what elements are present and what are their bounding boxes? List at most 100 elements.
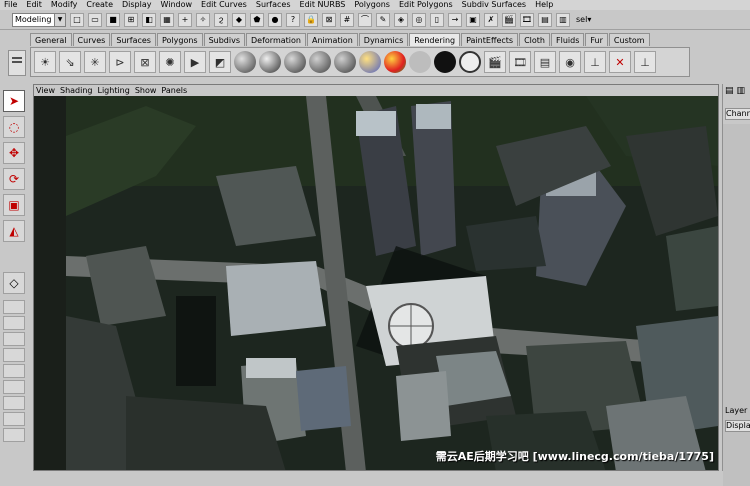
ramp-shader-icon[interactable]	[384, 51, 406, 73]
use-background-icon[interactable]	[434, 51, 456, 73]
select-object-icon[interactable]: ◧	[142, 12, 156, 27]
save-scene-icon[interactable]: ■	[106, 12, 120, 27]
tab-animation[interactable]: Animation	[306, 33, 358, 46]
make-live-icon[interactable]: ◎	[412, 12, 426, 27]
rotate-tool-icon[interactable]: ⟳	[3, 168, 25, 190]
pick-joint-icon[interactable]: ✧	[196, 12, 210, 27]
select-component-icon[interactable]: ▦	[160, 12, 174, 27]
shelf-menu-button[interactable]	[8, 50, 26, 76]
channel-box-toggle-icon[interactable]: ▤	[725, 86, 734, 96]
menu-create[interactable]: Create	[86, 0, 113, 10]
persp-hypershade-layout-icon[interactable]	[3, 380, 25, 394]
menu-modify[interactable]: Modify	[51, 0, 78, 10]
tab-cloth[interactable]: Cloth	[519, 33, 551, 46]
pick-deformation-icon[interactable]: ⬟	[250, 12, 264, 27]
shading-map-icon[interactable]	[459, 51, 481, 73]
new-scene-icon[interactable]: □	[70, 12, 84, 27]
construction-history-icon[interactable]: ✗	[484, 12, 498, 27]
output-ops-icon[interactable]: ▣	[466, 12, 480, 27]
ipr-icon[interactable]: 🎞	[509, 51, 531, 73]
layout-chevron-down-icon[interactable]	[3, 428, 25, 442]
pick-misc-icon[interactable]: ●	[268, 12, 282, 27]
history-icon[interactable]: ▯	[430, 12, 444, 27]
scale-tool-icon[interactable]: ▣	[3, 194, 25, 216]
ambient-light-icon[interactable]: ☀	[34, 51, 56, 73]
render-globals-icon[interactable]: ▤	[538, 12, 552, 27]
select-hierarchy-icon[interactable]: ⊞	[124, 12, 138, 27]
menu-subdiv-surfaces[interactable]: Subdiv Surfaces	[462, 0, 526, 10]
snap-point-icon[interactable]: ✎	[376, 12, 390, 27]
blinn-material-icon[interactable]	[259, 51, 281, 73]
viewport-menu-shading[interactable]: Shading	[60, 85, 93, 96]
ipr-render-icon[interactable]: 🎞	[520, 12, 534, 27]
snap-curve-icon[interactable]: ⌒	[358, 12, 372, 27]
move-tool-icon[interactable]: ✥	[3, 142, 25, 164]
four-view-layout-icon[interactable]	[3, 316, 25, 330]
open-scene-icon[interactable]: ▭	[88, 12, 102, 27]
menu-polygons[interactable]: Polygons	[354, 0, 390, 10]
tab-deformation[interactable]: Deformation	[246, 33, 306, 46]
hypershade-icon[interactable]: ▥	[556, 12, 570, 27]
snap-grid-icon[interactable]: #	[340, 12, 354, 27]
dope-sheet-layout-icon[interactable]	[3, 412, 25, 426]
graph-editor-layout-icon[interactable]	[3, 396, 25, 410]
menu-edit-curves[interactable]: Edit Curves	[201, 0, 247, 10]
layered-shader-icon[interactable]	[359, 51, 381, 73]
viewport-menu-panels[interactable]: Panels	[161, 85, 187, 96]
volume-light-icon[interactable]: ✺	[159, 51, 181, 73]
camera-icon[interactable]: ▶	[184, 51, 206, 73]
pick-render-icon[interactable]: ?	[286, 12, 300, 27]
tab-fur[interactable]: Fur	[585, 33, 608, 46]
batch-render-icon[interactable]: ◉	[559, 51, 581, 73]
tab-rendering[interactable]: Rendering	[409, 33, 461, 46]
highlight-selection-icon[interactable]: ⊠	[322, 12, 336, 27]
menu-edit-polygons[interactable]: Edit Polygons	[399, 0, 453, 10]
pick-handle-icon[interactable]: +	[178, 12, 192, 27]
selection-field-label[interactable]: sel▾	[576, 15, 591, 24]
tab-surfaces[interactable]: Surfaces	[111, 33, 156, 46]
display-layer-button[interactable]: Displa	[725, 420, 750, 432]
lock-selection-icon[interactable]: 🔒	[304, 12, 318, 27]
pick-curve-icon[interactable]: ϩ	[214, 12, 228, 27]
render-view-icon[interactable]: 🎬	[484, 51, 506, 73]
spot-light-icon[interactable]: ⊳	[109, 51, 131, 73]
mode-dropdown[interactable]: Modeling ▼	[12, 12, 66, 27]
single-perspective-layout-icon[interactable]	[3, 300, 25, 314]
tab-general[interactable]: General	[30, 33, 72, 46]
last-tool-icon[interactable]: ◇	[3, 272, 25, 294]
surface-shader-icon[interactable]	[409, 51, 431, 73]
light-linking-icon[interactable]: ⊥	[584, 51, 606, 73]
menu-edit[interactable]: Edit	[26, 0, 42, 10]
tab-curves[interactable]: Curves	[72, 33, 111, 46]
make-light-link-icon[interactable]: ⊥	[634, 51, 656, 73]
snap-view-icon[interactable]: ◈	[394, 12, 408, 27]
lasso-tool-icon[interactable]: ◌	[3, 116, 25, 138]
menu-surfaces[interactable]: Surfaces	[256, 0, 291, 10]
menu-window[interactable]: Window	[161, 0, 193, 10]
tab-fluids[interactable]: Fluids	[551, 33, 585, 46]
render-settings-icon[interactable]: ▤	[534, 51, 556, 73]
lambert-material-icon[interactable]	[234, 51, 256, 73]
render-frame-icon[interactable]: 🎬	[502, 12, 516, 27]
tab-painteffects[interactable]: PaintEffects	[461, 33, 519, 46]
menu-file[interactable]: File	[4, 0, 17, 10]
attribute-editor-toggle-icon[interactable]: ▥	[737, 86, 746, 96]
persp-outliner-layout-icon[interactable]	[3, 332, 25, 346]
tab-polygons[interactable]: Polygons	[156, 33, 203, 46]
anisotropic-material-icon[interactable]	[334, 51, 356, 73]
input-ops-icon[interactable]: →	[448, 12, 462, 27]
point-light-icon[interactable]: ✳	[84, 51, 106, 73]
tab-dynamics[interactable]: Dynamics	[358, 33, 409, 46]
tab-custom[interactable]: Custom	[608, 33, 650, 46]
select-tool-icon[interactable]: ➤	[3, 90, 25, 112]
phong-material-icon[interactable]	[284, 51, 306, 73]
tab-subdivs[interactable]: Subdivs	[203, 33, 246, 46]
camera-aim-icon[interactable]: ◩	[209, 51, 231, 73]
phonge-material-icon[interactable]	[309, 51, 331, 73]
viewport-menu-show[interactable]: Show	[135, 85, 157, 96]
menu-display[interactable]: Display	[122, 0, 152, 10]
pick-surface-icon[interactable]: ◆	[232, 12, 246, 27]
perspective-viewport[interactable]: View Shading Lighting Show Panels 需云AE后期…	[33, 84, 719, 471]
persp-graph-layout-icon[interactable]	[3, 348, 25, 362]
viewport-menu-lighting[interactable]: Lighting	[97, 85, 129, 96]
